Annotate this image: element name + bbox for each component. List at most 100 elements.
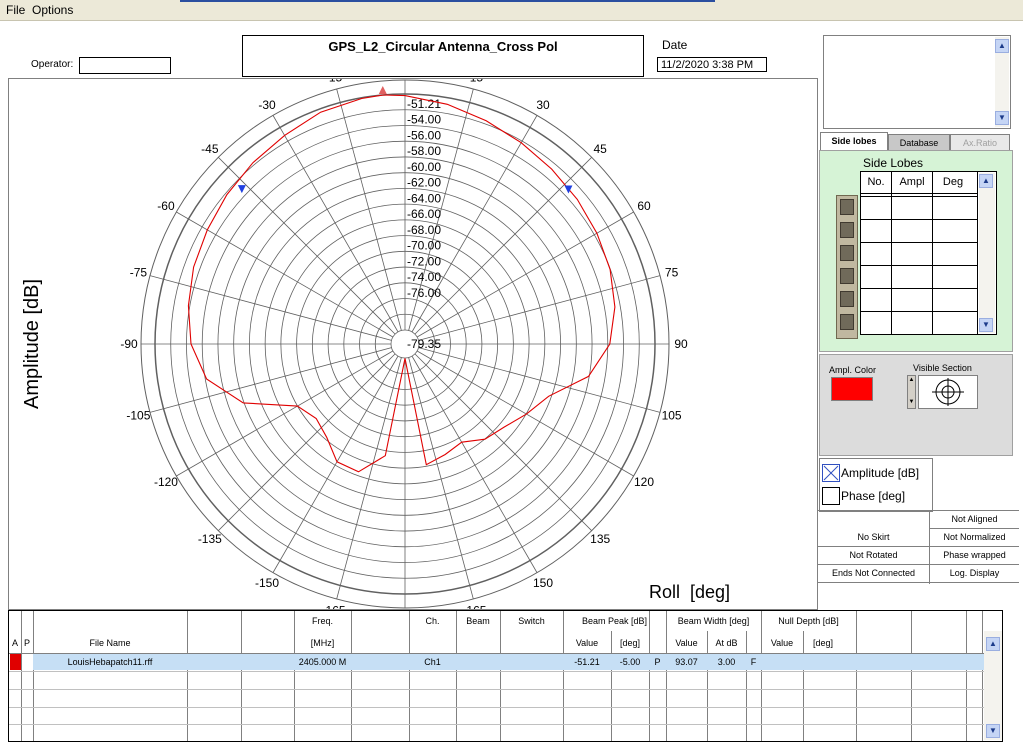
plot-title-box[interactable]: GPS_L2_Circular Antenna_Cross Pol — [242, 35, 644, 77]
status-no-skirt[interactable]: No Skirt — [818, 529, 929, 547]
row-color-indicator[interactable] — [10, 654, 21, 670]
polar-angle-label: -150 — [255, 576, 279, 590]
notes-scrollbar[interactable]: ▲ ▼ — [995, 37, 1009, 127]
visible-section-button[interactable] — [918, 375, 978, 409]
polar-ring-label: -60.00 — [407, 160, 441, 174]
amplitude-axis-label: Amplitude [dB] — [21, 278, 43, 409]
menu-file[interactable]: File — [6, 3, 25, 17]
status-grid: Not Aligned No Skirt Not Normalized Not … — [818, 510, 1019, 584]
polar-angle-label: 45 — [593, 142, 607, 156]
header-null-depth[interactable]: Null Depth [dB] — [761, 616, 856, 626]
header-switch[interactable]: Switch — [500, 616, 563, 626]
row-divider — [861, 311, 977, 312]
row-divider — [861, 193, 977, 194]
header-nd-deg: [deg] — [812, 638, 834, 648]
visible-section-label: Visible Section — [913, 363, 972, 373]
row-divider — [861, 242, 977, 243]
header-beam-width[interactable]: Beam Width [deg] — [666, 616, 761, 626]
side-lobes-header-deg: Deg — [942, 176, 964, 188]
row-bw-value: 93.07 — [675, 657, 698, 667]
tab-side-lobes[interactable]: Side lobes — [820, 132, 888, 151]
polar-angle-label: 30 — [536, 98, 550, 112]
tab-database[interactable]: Database — [888, 134, 950, 151]
scroll-up-icon[interactable]: ▲ — [995, 39, 1009, 53]
col-divider — [761, 611, 762, 741]
polar-plot[interactable]: 0153045607590105120135150165180-165-150-… — [9, 61, 817, 627]
polar-plot-panel[interactable]: 0153045607590105120135150165180-165-150-… — [8, 61, 818, 627]
menu-options[interactable]: Options — [32, 3, 73, 17]
scroll-down-icon[interactable]: ▼ — [995, 111, 1009, 125]
side-lobes-header-no: No. — [867, 176, 885, 188]
scroll-up-icon[interactable]: ▲ — [979, 174, 993, 188]
row-divider — [861, 196, 977, 197]
polar-angle-label: 75 — [665, 266, 679, 280]
lobe-button-6[interactable] — [840, 314, 854, 330]
lobe-button-5[interactable] — [840, 291, 854, 307]
row-peak-deg: -5.00 — [619, 657, 641, 667]
header-ch[interactable]: Ch. — [409, 616, 456, 626]
visible-section-spinner[interactable]: ▲ ▼ — [907, 375, 916, 409]
header-freq[interactable]: Freq. — [294, 616, 351, 626]
header-freq-unit: [MHz] — [310, 638, 335, 648]
status-not-aligned[interactable]: Not Aligned — [930, 511, 1019, 529]
polar-ring-label: -62.00 — [407, 176, 441, 190]
polar-angle-label: -75 — [130, 266, 148, 280]
polar-angle-label: 150 — [533, 576, 553, 590]
spin-up-icon[interactable]: ▲ — [908, 376, 915, 384]
side-lobes-scrollbar[interactable]: ▲ ▼ — [979, 173, 995, 333]
status-phase-wrapped[interactable]: Phase wrapped — [930, 547, 1019, 565]
scroll-down-icon[interactable]: ▼ — [979, 318, 993, 332]
lobe-button-2[interactable] — [840, 222, 854, 238]
lobe-button-4[interactable] — [840, 268, 854, 284]
lobe-button-1[interactable] — [840, 199, 854, 215]
amplitude-checkbox[interactable] — [822, 464, 840, 482]
ampl-color-label: Ampl. Color — [829, 365, 877, 375]
status-not-normalized[interactable]: Not Normalized — [930, 529, 1019, 547]
polar-spoke — [218, 157, 396, 335]
polar-spoke — [218, 353, 396, 531]
status-ends-not-connected[interactable]: Ends Not Connected — [818, 565, 929, 583]
lobe-button-3[interactable] — [840, 245, 854, 261]
status-log-display[interactable]: Log. Display — [930, 565, 1019, 583]
header-bw-value: Value — [675, 638, 698, 648]
polar-ring-label: -56.00 — [407, 128, 441, 142]
header-peak-value: Value — [575, 638, 599, 648]
scroll-up-icon[interactable]: ▲ — [986, 637, 1000, 651]
col-divider — [977, 172, 978, 334]
operator-input[interactable] — [79, 57, 171, 74]
file-table[interactable]: A P File Name Freq. [MHz] Ch. Beam Switc… — [8, 610, 1003, 742]
col-divider — [649, 611, 650, 741]
side-lobes-table[interactable]: No. Ampl Deg ▲ ▼ — [860, 171, 997, 335]
notes-listbox[interactable]: ▲ ▼ — [823, 35, 1011, 129]
row-divider — [9, 724, 999, 725]
polar-angle-label: 135 — [590, 532, 610, 546]
col-divider — [351, 611, 352, 741]
date-value: 11/2/2020 3:38 PM — [657, 57, 767, 72]
col-divider — [456, 611, 457, 741]
polar-angle-label: 90 — [674, 337, 688, 351]
header-beam[interactable]: Beam — [456, 616, 500, 626]
ampl-color-swatch[interactable] — [831, 377, 873, 401]
plot-title: GPS_L2_Circular Antenna_Cross Pol — [328, 39, 558, 54]
side-lobes-title: Side Lobes — [863, 156, 924, 170]
polar-angle-label: -90 — [120, 337, 138, 351]
header-beam-peak[interactable]: Beam Peak [dB] — [563, 616, 666, 626]
row-divider — [9, 689, 999, 690]
polar-angle-label: -15 — [325, 79, 343, 84]
beam-peak-marker — [378, 85, 387, 94]
row-bw-flag: F — [750, 657, 757, 667]
scroll-down-icon[interactable]: ▼ — [986, 724, 1000, 738]
header-file-name[interactable]: File Name — [33, 638, 187, 648]
status-not-rotated[interactable]: Not Rotated — [818, 547, 929, 565]
amplitude-trace — [187, 94, 616, 473]
polar-angle-label: 15 — [470, 79, 484, 84]
tab-ax-ratio[interactable]: Ax.Ratio — [950, 134, 1010, 151]
polar-angle-label: -135 — [198, 532, 222, 546]
check-x-icon — [823, 465, 839, 481]
phase-checkbox[interactable] — [822, 487, 840, 505]
col-divider — [966, 611, 967, 741]
polar-ring-label: -58.00 — [407, 144, 441, 158]
spin-down-icon[interactable]: ▼ — [908, 398, 915, 406]
row-peak-value: -51.21 — [574, 657, 600, 667]
table-scrollbar[interactable]: ▲ ▼ — [984, 631, 1002, 740]
